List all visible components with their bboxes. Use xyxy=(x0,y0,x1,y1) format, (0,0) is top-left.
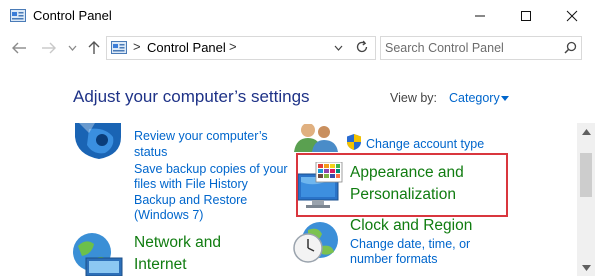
change-date-time-link[interactable]: Change date, time, or xyxy=(350,236,470,252)
page-heading: Adjust your computer’s settings xyxy=(73,87,310,106)
maximize-icon xyxy=(521,10,531,21)
system-security-icon[interactable] xyxy=(75,123,121,159)
network-internet-title[interactable]: Network and xyxy=(134,232,221,254)
scroll-up-icon[interactable] xyxy=(582,129,591,135)
clock-region-title[interactable]: Clock and Region xyxy=(350,215,472,237)
window-title: Control Panel xyxy=(33,8,112,23)
backup-restore-link[interactable]: (Windows 7) xyxy=(134,207,203,223)
change-account-type-link[interactable]: Change account type xyxy=(366,136,484,152)
chevron-down-icon[interactable] xyxy=(68,44,77,52)
close-button[interactable] xyxy=(549,0,595,31)
control-panel-icon xyxy=(111,41,127,54)
back-arrow-icon[interactable] xyxy=(11,41,27,55)
address-bar[interactable]: > Control Panel > xyxy=(106,36,376,60)
uac-shield-icon xyxy=(347,134,361,150)
view-by-label: View by: xyxy=(390,91,438,105)
close-icon xyxy=(566,10,578,21)
minimize-button[interactable] xyxy=(457,0,503,31)
search-box[interactable] xyxy=(380,36,582,60)
refresh-icon[interactable] xyxy=(355,40,369,54)
highlight-box xyxy=(296,153,508,217)
search-icon[interactable] xyxy=(564,41,577,54)
network-internet-icon[interactable] xyxy=(72,232,124,276)
control-panel-icon xyxy=(10,9,26,22)
search-input[interactable] xyxy=(385,39,555,56)
breadcrumb-separator[interactable]: > xyxy=(229,39,237,54)
chevron-down-icon[interactable] xyxy=(334,44,343,52)
breadcrumb-separator[interactable]: > xyxy=(133,39,141,54)
scroll-down-icon[interactable] xyxy=(582,265,591,271)
forward-arrow-icon[interactable] xyxy=(41,41,57,55)
up-arrow-icon[interactable] xyxy=(87,40,101,55)
clock-region-icon[interactable] xyxy=(292,218,340,266)
network-internet-title[interactable]: Internet xyxy=(134,254,187,276)
review-status-link[interactable]: Review your computer’s xyxy=(134,128,268,144)
minimize-icon xyxy=(475,15,485,16)
file-history-link[interactable]: Save backup copies of your xyxy=(134,161,288,177)
vertical-scrollbar[interactable] xyxy=(577,123,595,276)
title-bar: Control Panel xyxy=(0,0,595,31)
user-accounts-icon[interactable] xyxy=(294,124,338,152)
view-by-dropdown[interactable]: Category xyxy=(449,91,500,105)
breadcrumb-control-panel[interactable]: Control Panel xyxy=(147,40,226,55)
backup-restore-link[interactable]: Backup and Restore xyxy=(134,192,247,208)
maximize-button[interactable] xyxy=(503,0,549,31)
scrollbar-thumb[interactable] xyxy=(580,153,592,197)
file-history-link[interactable]: files with File History xyxy=(134,176,248,192)
chevron-down-icon[interactable] xyxy=(501,96,509,101)
review-status-link[interactable]: status xyxy=(134,144,167,160)
change-date-time-link[interactable]: number formats xyxy=(350,251,438,267)
